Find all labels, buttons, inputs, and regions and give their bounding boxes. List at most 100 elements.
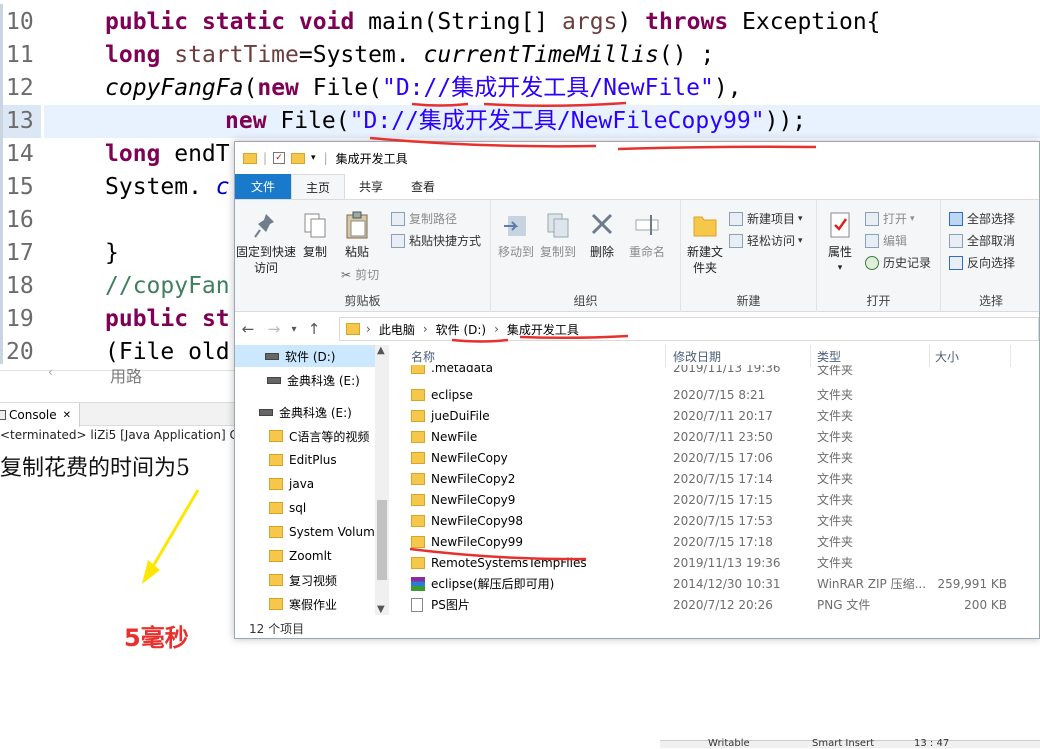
paste-shortcut-button[interactable]: 粘贴快捷方式 <box>391 232 481 249</box>
nav-item-folder[interactable]: System Volume <box>235 521 375 543</box>
copy-path-button[interactable]: 复制路径 <box>391 210 457 227</box>
line-number: 11 <box>6 42 34 68</box>
nav-item-folder[interactable]: 复习视频 <box>235 569 337 591</box>
copy-to-button[interactable]: 复制到 <box>539 210 577 260</box>
properties-check-icon[interactable]: ✓ <box>273 152 286 164</box>
console-status: <terminated> liZi5 [Java Application] C:… <box>0 428 240 442</box>
copy-button[interactable]: 复制 <box>297 210 333 260</box>
list-item[interactable]: .metadata 2019/11/13 19:36 文件夹 <box>405 365 1040 379</box>
tab-home[interactable]: 主页 <box>291 174 346 199</box>
nav-item-folder[interactable]: Zoomlt <box>235 545 332 567</box>
tab-share[interactable]: 共享 <box>345 174 397 199</box>
list-item[interactable]: NewFileCopy98 2020/7/15 17:53 文件夹 <box>405 510 1040 531</box>
scrollbar-thumb[interactable] <box>377 500 387 580</box>
list-item[interactable]: eclipse(解压后即可用) 2014/12/30 10:31 WinRAR ZI… <box>405 573 1040 594</box>
forward-arrow-icon[interactable]: → <box>261 320 287 338</box>
chevron-down-icon[interactable]: ▼ <box>377 604 385 615</box>
ribbon-group-select: 全部选择 全部取消 反向选择 选择 <box>941 200 1040 313</box>
folder-icon <box>411 472 425 485</box>
delete-button[interactable]: 删除 <box>587 210 617 260</box>
properties-icon <box>826 210 854 240</box>
nav-item-folder[interactable]: java <box>235 473 314 495</box>
close-icon[interactable]: ✕ <box>63 410 71 421</box>
delete-x-icon <box>588 210 616 240</box>
cut-button[interactable]: ✂ 剪切 <box>341 266 379 283</box>
column-header-type[interactable]: 类型 <box>817 345 841 367</box>
paste-button[interactable]: 粘贴 <box>339 210 375 260</box>
tab-file[interactable]: 文件 <box>235 174 292 199</box>
line-number: 15 <box>6 174 34 200</box>
status-writable: Writable <box>708 738 750 749</box>
copy-to-icon <box>544 210 572 240</box>
properties-button[interactable]: 属性 ▾ <box>823 210 857 276</box>
nav-item-folder[interactable]: 寒假作业 <box>235 593 337 615</box>
drive-icon <box>259 408 273 416</box>
group-label-new: 新建 <box>736 294 761 308</box>
nav-pane-scrollbar[interactable]: ▲ ▼ <box>375 345 389 615</box>
line-number: 17 <box>6 240 34 266</box>
nav-item-folder[interactable]: sql <box>235 497 306 519</box>
invert-selection-icon <box>949 255 963 270</box>
new-folder-quick-icon[interactable] <box>291 152 306 164</box>
drive-icon <box>265 352 279 360</box>
column-header-date[interactable]: 修改日期 <box>673 345 721 367</box>
new-folder-icon <box>691 210 719 240</box>
back-arrow-icon[interactable]: ← <box>235 320 261 338</box>
paste-shortcut-icon <box>391 233 405 248</box>
list-item[interactable]: NewFileCopy99 2020/7/15 17:18 文件夹 <box>405 531 1040 552</box>
new-folder-button[interactable]: 新建文件夹 <box>685 210 725 276</box>
list-item[interactable]: NewFileCopy9 2020/7/15 17:15 文件夹 <box>405 489 1040 510</box>
breadcrumb-current-folder[interactable]: 集成开发工具 <box>507 321 579 338</box>
list-item[interactable]: eclipse 2020/7/15 8:21 文件夹 <box>405 384 1040 405</box>
folder-icon <box>411 388 425 401</box>
select-none-button[interactable]: 全部取消 <box>949 232 1015 249</box>
folder-icon <box>411 493 425 506</box>
ribbon-group-new: 新建文件夹 新建项目 ▾ 轻松访问 ▾ 新建 <box>681 200 817 313</box>
nav-item-drive-e[interactable]: 金典科逸 (E:) <box>235 369 360 391</box>
list-item[interactable]: PS图片 2020/7/12 20:26 PNG 文件 200 KB <box>405 594 1040 615</box>
editor-horizontal-scroll[interactable]: ‹ 用路 <box>0 365 240 404</box>
list-item[interactable]: RemoteSystemsTempFiles 2019/11/13 19:36 文件… <box>405 552 1040 573</box>
nav-item-folder[interactable]: EditPlus <box>235 449 337 471</box>
list-item[interactable]: NewFileCopy2 2020/7/15 17:14 文件夹 <box>405 468 1040 489</box>
tab-console[interactable]: Console ✕ <box>0 403 81 427</box>
line-number: 19 <box>6 306 34 332</box>
ide-status-bar: Writable Smart Insert 13 : 47 <box>660 738 1040 749</box>
breadcrumb-drive-d[interactable]: 软件 (D:) <box>436 321 486 338</box>
address-bar[interactable]: › 此电脑 › 软件 (D:) › 集成开发工具 <box>339 317 1039 341</box>
column-header-name[interactable]: 名称 <box>411 345 435 367</box>
invert-selection-button[interactable]: 反向选择 <box>949 254 1015 271</box>
group-label-select: 选择 <box>978 294 1003 308</box>
chevron-up-icon[interactable]: ▲ <box>377 345 385 356</box>
code-line-11: long startTime=System. currentTimeMillis… <box>105 42 715 68</box>
breadcrumb-this-pc[interactable]: 此电脑 <box>379 321 415 338</box>
chevron-down-icon[interactable]: ▾ <box>311 153 316 163</box>
edit-button[interactable]: 编辑 <box>865 232 907 249</box>
easy-access-button[interactable]: 轻松访问 ▾ <box>729 232 803 249</box>
list-item[interactable]: jueDuiFile 2020/7/11 20:17 文件夹 <box>405 405 1040 426</box>
select-all-button[interactable]: 全部选择 <box>949 210 1015 227</box>
group-label-clipboard: 剪贴板 <box>344 294 381 308</box>
tab-view[interactable]: 查看 <box>397 174 449 199</box>
history-button[interactable]: 历史记录 <box>865 254 931 271</box>
move-to-icon <box>502 210 530 240</box>
nav-item-folder[interactable]: C语言等的视频 <box>235 425 369 447</box>
move-to-button[interactable]: 移动到 <box>497 210 535 260</box>
folder-icon <box>269 526 283 538</box>
open-button[interactable]: 打开 ▾ <box>865 210 915 227</box>
nav-item-drive-d[interactable]: 软件 (D:) <box>235 345 375 367</box>
pin-quick-access-button[interactable]: 固定到快速访问 <box>236 210 296 276</box>
drive-icon <box>267 376 281 384</box>
nav-item-drive-e-root[interactable]: 金典科逸 (E:) <box>235 401 352 423</box>
console-icon <box>0 410 6 420</box>
list-item[interactable]: NewFile 2020/7/11 23:50 文件夹 <box>405 426 1040 447</box>
open-icon <box>865 211 879 226</box>
recent-locations-chevron-icon[interactable]: ▾ <box>287 324 301 335</box>
list-item[interactable]: NewFileCopy 2020/7/15 17:06 文件夹 <box>405 447 1040 468</box>
rename-button[interactable]: 重命名 <box>625 210 669 260</box>
rar-archive-icon <box>411 576 425 591</box>
up-arrow-icon[interactable]: ↑ <box>301 320 327 338</box>
column-header-size[interactable]: 大小 <box>935 345 959 367</box>
folder-icon <box>411 430 425 443</box>
new-item-button[interactable]: 新建项目 ▾ <box>729 210 803 227</box>
